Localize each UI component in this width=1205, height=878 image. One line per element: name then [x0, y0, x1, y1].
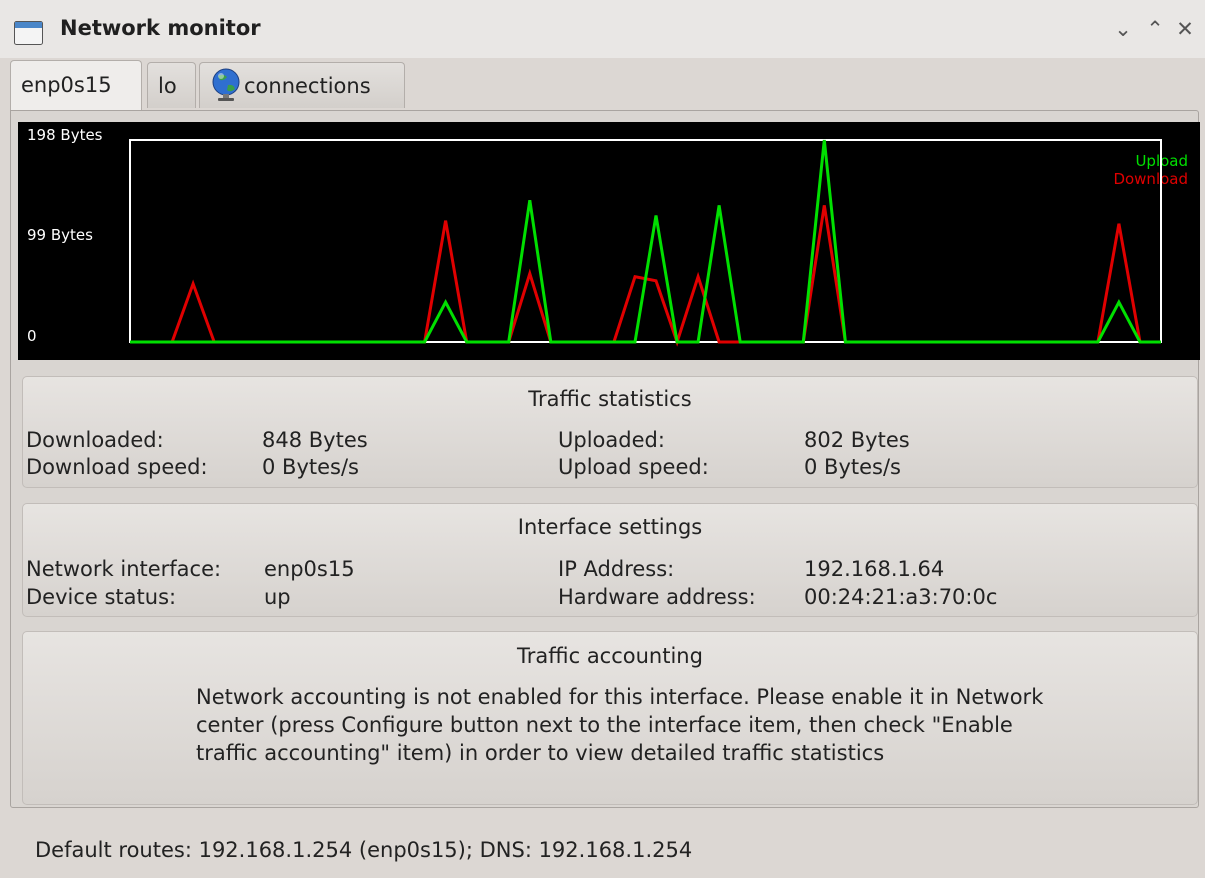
downloaded-label: Downloaded:	[26, 428, 164, 452]
device-status-value: up	[264, 585, 291, 609]
traffic-graph: 198 Bytes 99 Bytes 0 Upload Download	[18, 122, 1200, 360]
plot-frame	[129, 139, 1162, 343]
window-title: Network monitor	[60, 16, 261, 40]
close-icon[interactable]: ✕	[1174, 18, 1196, 40]
accounting-message: Network accounting is not enabled for th…	[196, 685, 1044, 765]
plot-area	[129, 139, 1162, 347]
status-bar-text: Default routes: 192.168.1.254 (enp0s15);…	[35, 838, 693, 862]
minimize-icon[interactable]: ⌄	[1112, 18, 1134, 40]
tab-label: enp0s15	[21, 73, 112, 97]
group-title: Interface settings	[517, 515, 703, 539]
uploaded-label: Uploaded:	[558, 428, 665, 452]
maximize-icon[interactable]: ⌃	[1144, 18, 1166, 40]
downloaded-value: 848 Bytes	[262, 428, 368, 452]
series-line-upload	[130, 139, 1161, 344]
title-bar: Network monitor ⌄ ⌃ ✕	[0, 0, 1205, 58]
group-title: Traffic accounting	[517, 644, 703, 668]
device-status-label: Device status:	[26, 585, 177, 609]
tab-lo[interactable]: lo	[147, 62, 196, 108]
download-speed-label: Download speed:	[26, 455, 208, 479]
hardware-address-label: Hardware address:	[558, 585, 756, 609]
tab-connections[interactable]: connections	[199, 62, 405, 108]
uploaded-value: 802 Bytes	[804, 428, 910, 452]
window-icon[interactable]	[14, 21, 43, 45]
ip-address-label: IP Address:	[558, 557, 675, 581]
tab-enp0s15[interactable]: enp0s15	[10, 60, 142, 110]
globe-icon	[212, 68, 240, 101]
ip-address-value: 192.168.1.64	[804, 557, 945, 581]
tab-bar: enp0s15 lo connections	[10, 60, 1200, 112]
download-speed-value: 0 Bytes/s	[262, 455, 359, 479]
tab-label: connections	[244, 74, 371, 98]
tab-label: lo	[158, 74, 177, 98]
upload-speed-label: Upload speed:	[558, 455, 709, 479]
group-title: Traffic statistics	[528, 387, 692, 411]
network-interface-value: enp0s15	[264, 557, 355, 581]
hardware-address-value: 00:24:21:a3:70:0c	[804, 585, 998, 609]
upload-speed-value: 0 Bytes/s	[804, 455, 901, 479]
network-interface-label: Network interface:	[26, 557, 222, 581]
